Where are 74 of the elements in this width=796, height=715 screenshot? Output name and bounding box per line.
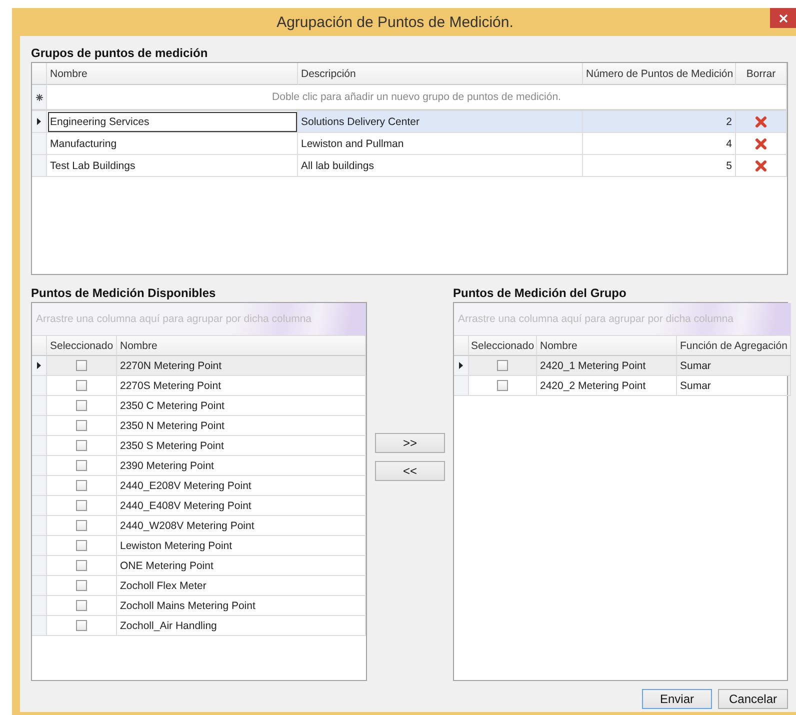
checkbox[interactable] [76,400,87,411]
column-header[interactable]: Nombre [537,336,677,356]
row-header[interactable] [32,356,47,376]
column-header[interactable]: Número de Puntos de Medición [583,63,736,85]
checkbox[interactable] [76,360,87,371]
checkbox[interactable] [76,380,87,391]
section-heading: Grupos de puntos de medición [31,46,209,60]
table-cell[interactable]: ONE Metering Point [117,556,366,576]
table-cell[interactable]: Zocholl_Air Handling [117,616,366,636]
table-cell[interactable]: 2440_E208V Metering Point [117,476,366,496]
checkbox[interactable] [76,620,87,631]
checkbox[interactable] [76,560,87,571]
table-cell[interactable]: Solutions Delivery Center [298,111,583,133]
checkbox[interactable] [76,600,87,611]
checkbox[interactable] [76,540,87,551]
header-corner [32,336,47,356]
row-pointer-icon [37,362,41,369]
table-cell[interactable]: Sumar [677,376,792,396]
table-cell[interactable]: 2270S Metering Point [117,376,366,396]
table-cell[interactable]: Manufacturing [47,133,298,155]
window-title: Agrupación de Puntos de Medición. [276,14,514,30]
table-cell[interactable]: Zocholl Mains Metering Point [117,596,366,616]
checkbox[interactable] [76,520,87,531]
delete-icon[interactable] [755,160,767,172]
delete-icon[interactable] [755,116,767,128]
table-cell[interactable]: 2350 N Metering Point [117,416,366,436]
table-cell[interactable]: 2390 Metering Point [117,456,366,476]
row-pointer-icon [37,118,41,125]
table-cell[interactable]: 2440_E408V Metering Point [117,496,366,516]
section-heading: Puntos de Medición del Grupo [453,286,628,300]
transfer-button[interactable]: << [375,461,445,481]
checkbox[interactable] [497,380,508,391]
column-header[interactable]: Nombre [47,63,298,85]
new-row-icon [36,94,42,100]
table-cell[interactable]: Lewiston Metering Point [117,536,366,556]
table-cell[interactable]: Lewiston and Pullman [298,133,583,155]
checkbox[interactable] [76,480,87,491]
close-button[interactable] [770,8,796,28]
checkbox[interactable] [76,580,87,591]
section-heading: Puntos de Medición Disponibles [31,286,217,300]
table-cell[interactable]: Zocholl Flex Meter [117,576,366,596]
column-header[interactable]: Función de Agregación [677,336,792,356]
column-header[interactable]: Seleccionado [47,336,117,356]
delete-icon[interactable] [755,138,767,150]
header-corner [454,336,469,356]
column-header[interactable]: Borrar [736,63,787,85]
table-cell[interactable]: 5 [583,155,736,177]
checkbox[interactable] [76,420,87,431]
transfer-button[interactable]: >> [375,433,445,453]
table-cell[interactable]: Test Lab Buildings [47,155,298,177]
checkbox[interactable] [497,360,508,371]
cancel-button[interactable]: Cancelar [718,689,788,709]
table-cell[interactable]: 2350 C Metering Point [117,396,366,416]
checkbox[interactable] [76,440,87,451]
checkbox[interactable] [76,500,87,511]
column-header[interactable]: Nombre [117,336,366,356]
table-cell[interactable]: 2420_1 Metering Point [537,356,677,376]
table-cell[interactable]: 2270N Metering Point [117,356,366,376]
table-cell[interactable]: 2350 S Metering Point [117,436,366,456]
row-header[interactable] [32,111,47,133]
checkbox[interactable] [76,460,87,471]
table-cell[interactable]: Engineering Services [47,111,298,133]
submit-button[interactable]: Enviar [642,689,712,709]
row-pointer-icon [459,362,463,369]
table-cell[interactable]: 2 [583,111,736,133]
table-cell[interactable]: Sumar [677,356,792,376]
close-icon [778,14,788,22]
table-cell[interactable]: 2420_2 Metering Point [537,376,677,396]
table-cell[interactable]: All lab buildings [298,155,583,177]
row-header[interactable] [454,356,469,376]
table-cell[interactable]: 2440_W208V Metering Point [117,516,366,536]
column-header[interactable]: Seleccionado [469,336,537,356]
table-cell[interactable]: 4 [583,133,736,155]
column-header[interactable]: Descripción [298,63,583,85]
